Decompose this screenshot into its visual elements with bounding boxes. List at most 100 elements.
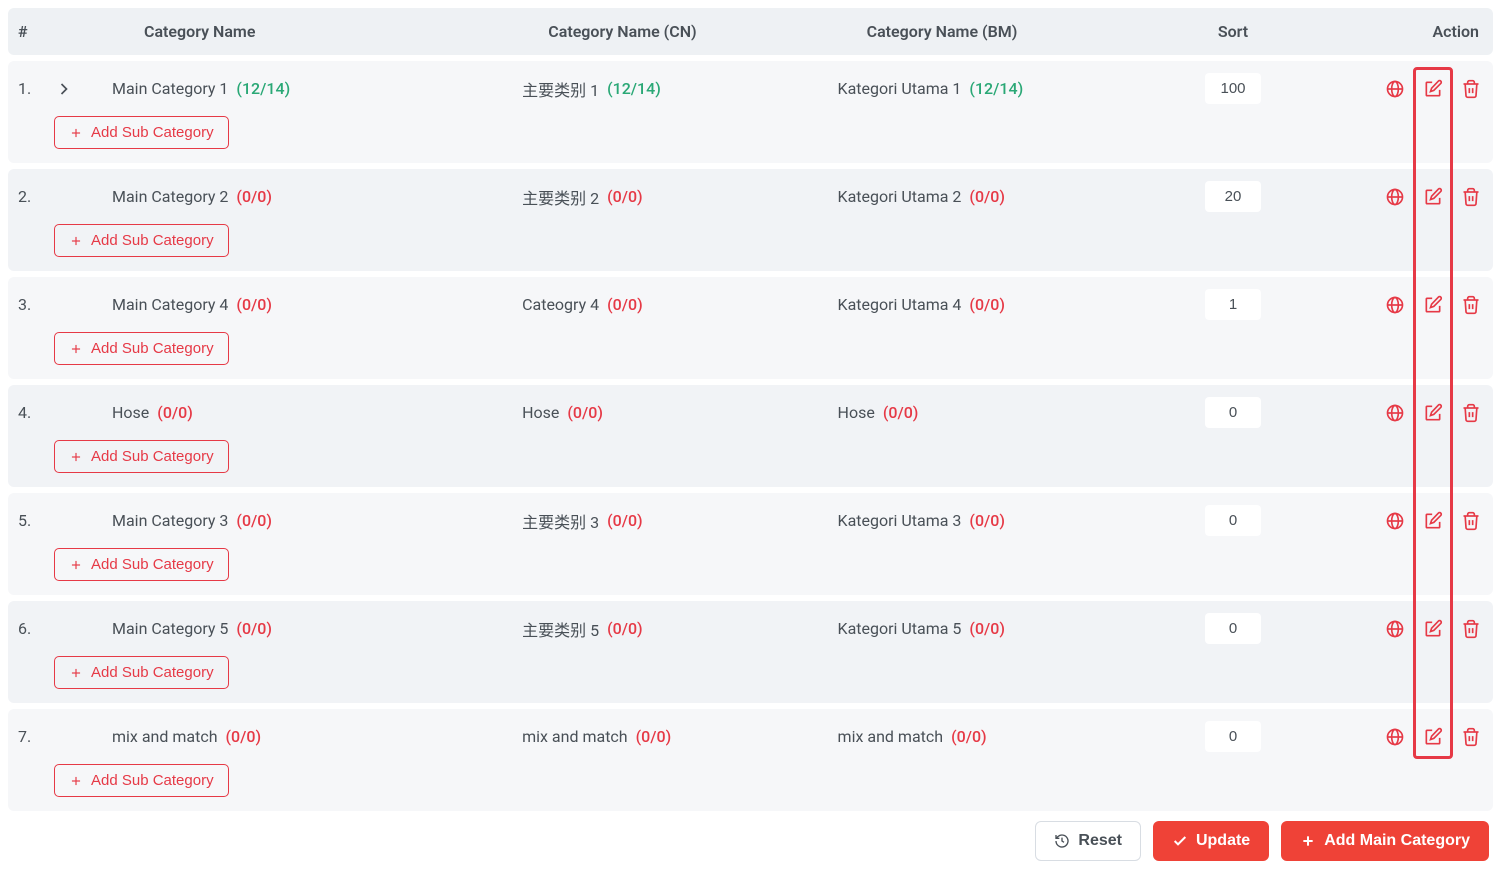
plus-icon [1300, 833, 1316, 849]
category-name-count: (0/0) [236, 187, 272, 206]
expand-button[interactable] [52, 77, 76, 101]
category-name: Main Category 4 [112, 295, 228, 314]
add-sub-category-button[interactable]: Add Sub Category [54, 224, 229, 257]
trash-icon [1461, 403, 1481, 423]
category-name-count: (0/0) [236, 511, 272, 530]
add-sub-category-button[interactable]: Add Sub Category [54, 548, 229, 581]
edit-button[interactable] [1421, 77, 1445, 101]
plus-icon [69, 234, 83, 248]
add-sub-category-button[interactable]: Add Sub Category [54, 656, 229, 689]
row-index: 1. [18, 79, 31, 98]
language-button[interactable] [1383, 401, 1407, 425]
plus-icon [69, 558, 83, 572]
language-button[interactable] [1383, 509, 1407, 533]
trash-icon [1461, 187, 1481, 207]
globe-icon [1385, 727, 1405, 747]
edit-button[interactable] [1421, 185, 1445, 209]
category-name-cn-count: (0/0) [607, 295, 643, 314]
category-name: Main Category 5 [112, 619, 228, 638]
delete-button[interactable] [1459, 617, 1483, 641]
edit-button[interactable] [1421, 401, 1445, 425]
add-sub-label: Add Sub Category [91, 340, 214, 357]
update-label: Update [1196, 832, 1250, 850]
add-sub-category-button[interactable]: Add Sub Category [54, 116, 229, 149]
category-name-count: (0/0) [236, 619, 272, 638]
add-sub-category-button[interactable]: Add Sub Category [54, 764, 229, 797]
edit-button[interactable] [1421, 293, 1445, 317]
category-name-bm: Kategori Utama 4 [838, 295, 962, 314]
category-name-cn-count: (0/0) [636, 727, 672, 746]
delete-button[interactable] [1459, 185, 1483, 209]
edit-button[interactable] [1421, 725, 1445, 749]
add-main-category-button[interactable]: Add Main Category [1281, 821, 1489, 861]
delete-button[interactable] [1459, 401, 1483, 425]
category-name: Main Category 1 [112, 79, 228, 98]
category-name-bm-count: (0/0) [969, 511, 1005, 530]
reset-button[interactable]: Reset [1035, 821, 1141, 861]
category-name-bm: Kategori Utama 1 [838, 79, 962, 98]
category-name-bm-count: (0/0) [969, 295, 1005, 314]
update-button[interactable]: Update [1153, 821, 1269, 861]
sort-input[interactable] [1205, 721, 1261, 752]
plus-icon [69, 126, 83, 140]
sort-input[interactable] [1205, 613, 1261, 644]
category-name-count: (12/14) [236, 79, 290, 98]
row-index: 7. [18, 727, 31, 746]
trash-icon [1461, 79, 1481, 99]
category-name-cn: mix and match [522, 727, 628, 746]
category-name-cn: 主要类别 5 [522, 617, 599, 641]
edit-icon [1423, 295, 1443, 315]
category-name-bm: mix and match [838, 727, 944, 746]
sort-input[interactable] [1205, 73, 1261, 104]
check-icon [1172, 833, 1188, 849]
category-name-count: (0/0) [226, 727, 262, 746]
table-row: 3.Main Category 4(0/0)Cateogry 4(0/0)Kat… [8, 277, 1493, 379]
language-button[interactable] [1383, 725, 1407, 749]
row-index: 5. [18, 511, 31, 530]
edit-icon [1423, 619, 1443, 639]
language-button[interactable] [1383, 185, 1407, 209]
sort-input[interactable] [1205, 289, 1261, 320]
edit-icon [1423, 727, 1443, 747]
delete-button[interactable] [1459, 293, 1483, 317]
category-name: Main Category 3 [112, 511, 228, 530]
add-sub-label: Add Sub Category [91, 556, 214, 573]
delete-button[interactable] [1459, 725, 1483, 749]
add-sub-label: Add Sub Category [91, 664, 214, 681]
header-index: # [18, 22, 28, 41]
edit-icon [1423, 187, 1443, 207]
category-name: Hose [112, 403, 149, 422]
edit-button[interactable] [1421, 617, 1445, 641]
header-bm: Category Name (BM) [867, 22, 1018, 41]
trash-icon [1461, 727, 1481, 747]
header-action: Action [1432, 22, 1479, 41]
history-icon [1054, 833, 1070, 849]
add-sub-category-button[interactable]: Add Sub Category [54, 332, 229, 365]
sort-input[interactable] [1205, 181, 1261, 212]
add-sub-label: Add Sub Category [91, 124, 214, 141]
delete-button[interactable] [1459, 77, 1483, 101]
language-button[interactable] [1383, 77, 1407, 101]
category-name-bm: Kategori Utama 2 [838, 187, 962, 206]
sort-input[interactable] [1205, 397, 1261, 428]
category-name-count: (0/0) [157, 403, 193, 422]
language-button[interactable] [1383, 617, 1407, 641]
edit-button[interactable] [1421, 509, 1445, 533]
table-row: 4.Hose(0/0)Hose(0/0)Hose(0/0)Add Sub Cat… [8, 385, 1493, 487]
language-button[interactable] [1383, 293, 1407, 317]
category-name-cn: 主要类别 2 [522, 185, 599, 209]
plus-icon [69, 342, 83, 356]
category-name-cn-count: (0/0) [607, 619, 643, 638]
plus-icon [69, 450, 83, 464]
sort-input[interactable] [1205, 505, 1261, 536]
edit-icon [1423, 79, 1443, 99]
header-sort: Sort [1218, 22, 1248, 41]
globe-icon [1385, 295, 1405, 315]
category-name-cn-count: (0/0) [567, 403, 603, 422]
row-index: 6. [18, 619, 31, 638]
add-sub-category-button[interactable]: Add Sub Category [54, 440, 229, 473]
delete-button[interactable] [1459, 509, 1483, 533]
globe-icon [1385, 187, 1405, 207]
table-header: # Category Name Category Name (CN) Categ… [8, 8, 1493, 55]
category-name-cn-count: (12/14) [607, 79, 661, 98]
